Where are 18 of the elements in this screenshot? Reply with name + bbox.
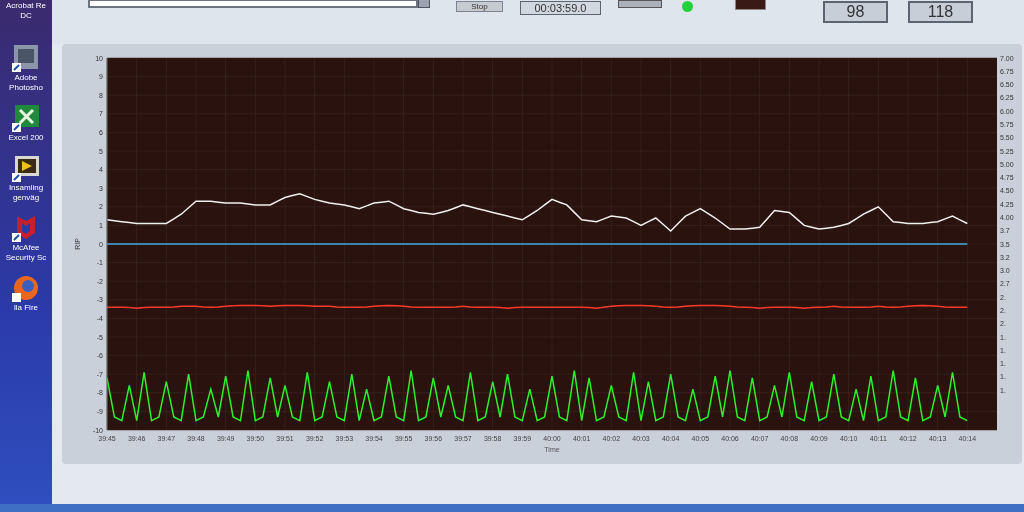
stop-button[interactable]: Stop: [456, 1, 503, 12]
play-arrow-icon[interactable]: [11, 153, 41, 183]
photo-editor-icon[interactable]: [11, 43, 41, 73]
desktop-icon-label[interactable]: lla Fire: [14, 303, 38, 313]
color-indicator: [735, 0, 766, 10]
desktop-icon-label[interactable]: McAfee Security Sc: [5, 243, 47, 263]
numeric-readout: 98: [823, 1, 888, 23]
desktop-icon-label[interactable]: Acrobat Re DC: [6, 1, 46, 21]
desktop-icon-label[interactable]: Excel 200: [8, 133, 44, 143]
toggle-button[interactable]: [618, 0, 662, 8]
globe-icon[interactable]: [11, 273, 41, 303]
spreadsheet-icon[interactable]: [11, 103, 41, 133]
elapsed-time-display: 00:03:59.0: [520, 1, 601, 15]
desktop-icon-label[interactable]: Insamling genväg: [8, 183, 44, 203]
path-field[interactable]: [88, 0, 418, 8]
numeric-readout: 118: [908, 1, 973, 23]
desktop-icon-label[interactable]: Adobe Photosho: [9, 73, 43, 93]
browse-button[interactable]: [418, 0, 430, 8]
